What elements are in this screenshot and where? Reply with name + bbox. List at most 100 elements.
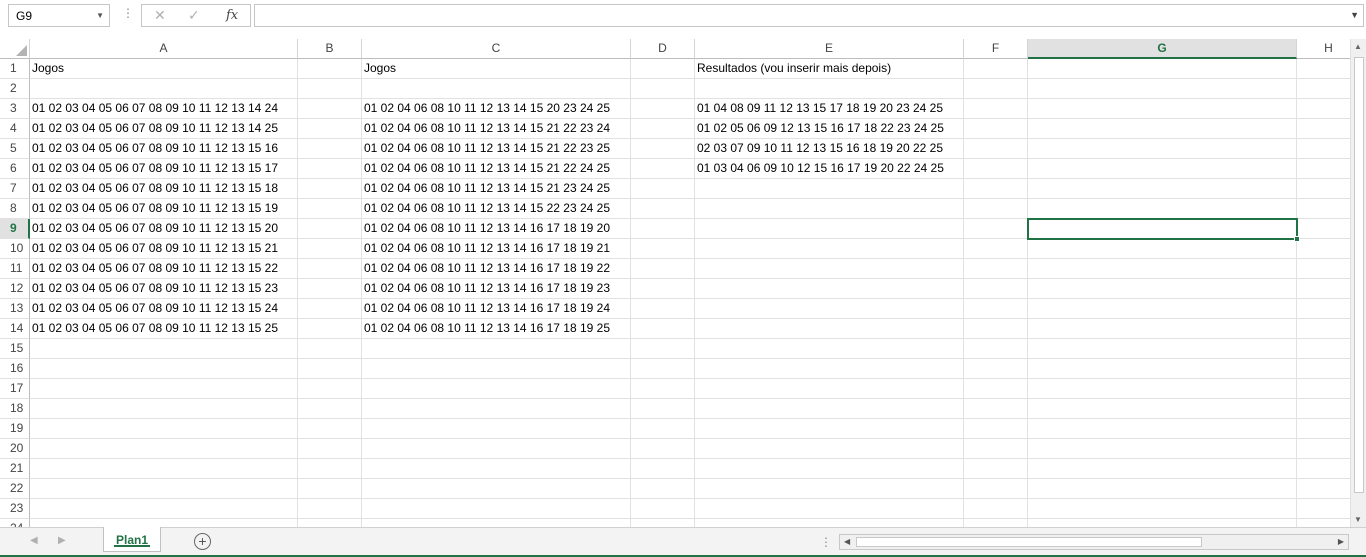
- cell-e3[interactable]: 01 04 08 09 11 12 13 15 17 18 19 20 23 2…: [695, 99, 964, 119]
- cell-h4[interactable]: [1297, 119, 1350, 139]
- formula-input[interactable]: ▼: [254, 4, 1364, 27]
- column-header-a[interactable]: A: [30, 39, 298, 59]
- row-header-6[interactable]: 6: [0, 159, 30, 179]
- row-header-10[interactable]: 10: [0, 239, 30, 259]
- cell-h1[interactable]: [1297, 59, 1350, 79]
- horizontal-scroll-thumb[interactable]: [856, 537, 1202, 547]
- column-header-e[interactable]: E: [695, 39, 964, 59]
- cell-f12[interactable]: [964, 279, 1028, 299]
- cell-b13[interactable]: [298, 299, 362, 319]
- cell-e5[interactable]: 02 03 07 09 10 11 12 13 15 16 18 19 20 2…: [695, 139, 964, 159]
- cell-c5[interactable]: 01 02 04 06 08 10 11 12 13 14 15 21 22 2…: [362, 139, 631, 159]
- cell-b3[interactable]: [298, 99, 362, 119]
- cell-a22[interactable]: [30, 479, 298, 499]
- cell-a17[interactable]: [30, 379, 298, 399]
- cell-f7[interactable]: [964, 179, 1028, 199]
- column-header-f[interactable]: F: [964, 39, 1028, 59]
- cell-f5[interactable]: [964, 139, 1028, 159]
- cell-a9[interactable]: 01 02 03 04 05 06 07 08 09 10 11 12 13 1…: [30, 219, 298, 239]
- cell-g1[interactable]: [1028, 59, 1297, 79]
- scroll-left-icon[interactable]: ◀: [844, 537, 850, 546]
- cell-a14[interactable]: 01 02 03 04 05 06 07 08 09 10 11 12 13 1…: [30, 319, 298, 339]
- cell-d11[interactable]: [631, 259, 695, 279]
- cell-d3[interactable]: [631, 99, 695, 119]
- row-header-24[interactable]: 24: [0, 519, 30, 527]
- cell-g2[interactable]: [1028, 79, 1297, 99]
- cell-d21[interactable]: [631, 459, 695, 479]
- cell-g11[interactable]: [1028, 259, 1297, 279]
- cell-b12[interactable]: [298, 279, 362, 299]
- cancel-icon[interactable]: ✕: [154, 7, 166, 24]
- row-header-8[interactable]: 8: [0, 199, 30, 219]
- cell-f1[interactable]: [964, 59, 1028, 79]
- cell-c9[interactable]: 01 02 04 06 08 10 11 12 13 14 16 17 18 1…: [362, 219, 631, 239]
- row-header-18[interactable]: 18: [0, 399, 30, 419]
- cell-a15[interactable]: [30, 339, 298, 359]
- cell-e11[interactable]: [695, 259, 964, 279]
- vertical-scrollbar[interactable]: ▲ ▼: [1350, 39, 1366, 527]
- row-header-1[interactable]: 1: [0, 59, 30, 79]
- cell-g24[interactable]: [1028, 519, 1297, 527]
- cell-f11[interactable]: [964, 259, 1028, 279]
- cell-h23[interactable]: [1297, 499, 1350, 519]
- cell-b19[interactable]: [298, 419, 362, 439]
- cell-c23[interactable]: [362, 499, 631, 519]
- cell-d8[interactable]: [631, 199, 695, 219]
- cell-g22[interactable]: [1028, 479, 1297, 499]
- cell-a4[interactable]: 01 02 03 04 05 06 07 08 09 10 11 12 13 1…: [30, 119, 298, 139]
- cell-h8[interactable]: [1297, 199, 1350, 219]
- cell-g12[interactable]: [1028, 279, 1297, 299]
- cell-d7[interactable]: [631, 179, 695, 199]
- cell-g21[interactable]: [1028, 459, 1297, 479]
- cell-f10[interactable]: [964, 239, 1028, 259]
- cell-e8[interactable]: [695, 199, 964, 219]
- cell-g20[interactable]: [1028, 439, 1297, 459]
- cell-d24[interactable]: [631, 519, 695, 527]
- cell-h16[interactable]: [1297, 359, 1350, 379]
- cell-g3[interactable]: [1028, 99, 1297, 119]
- cell-g7[interactable]: [1028, 179, 1297, 199]
- cell-b14[interactable]: [298, 319, 362, 339]
- cell-a10[interactable]: 01 02 03 04 05 06 07 08 09 10 11 12 13 1…: [30, 239, 298, 259]
- cell-a21[interactable]: [30, 459, 298, 479]
- cell-e19[interactable]: [695, 419, 964, 439]
- cell-c7[interactable]: 01 02 04 06 08 10 11 12 13 14 15 21 23 2…: [362, 179, 631, 199]
- cell-a16[interactable]: [30, 359, 298, 379]
- cell-c17[interactable]: [362, 379, 631, 399]
- cell-f14[interactable]: [964, 319, 1028, 339]
- cell-h18[interactable]: [1297, 399, 1350, 419]
- cell-c21[interactable]: [362, 459, 631, 479]
- expand-formula-bar-icon[interactable]: ▼: [1350, 10, 1359, 20]
- cell-d15[interactable]: [631, 339, 695, 359]
- cell-b7[interactable]: [298, 179, 362, 199]
- horizontal-scrollbar[interactable]: ◀ ▶: [839, 534, 1349, 550]
- cell-f13[interactable]: [964, 299, 1028, 319]
- cell-c19[interactable]: [362, 419, 631, 439]
- cell-h5[interactable]: [1297, 139, 1350, 159]
- column-header-h[interactable]: H: [1297, 39, 1350, 59]
- cell-a2[interactable]: [30, 79, 298, 99]
- cell-d2[interactable]: [631, 79, 695, 99]
- cell-b5[interactable]: [298, 139, 362, 159]
- row-header-2[interactable]: 2: [0, 79, 30, 99]
- cell-e24[interactable]: [695, 519, 964, 527]
- row-header-23[interactable]: 23: [0, 499, 30, 519]
- insert-function-icon[interactable]: fx: [226, 8, 238, 23]
- cell-e18[interactable]: [695, 399, 964, 419]
- cell-f20[interactable]: [964, 439, 1028, 459]
- cell-b11[interactable]: [298, 259, 362, 279]
- cell-d10[interactable]: [631, 239, 695, 259]
- row-header-15[interactable]: 15: [0, 339, 30, 359]
- vertical-scroll-thumb[interactable]: [1354, 57, 1364, 493]
- cell-b6[interactable]: [298, 159, 362, 179]
- cell-c13[interactable]: 01 02 04 06 08 10 11 12 13 14 16 17 18 1…: [362, 299, 631, 319]
- cell-f19[interactable]: [964, 419, 1028, 439]
- cell-a13[interactable]: 01 02 03 04 05 06 07 08 09 10 11 12 13 1…: [30, 299, 298, 319]
- cell-a18[interactable]: [30, 399, 298, 419]
- row-header-16[interactable]: 16: [0, 359, 30, 379]
- cell-c14[interactable]: 01 02 04 06 08 10 11 12 13 14 16 17 18 1…: [362, 319, 631, 339]
- cell-b16[interactable]: [298, 359, 362, 379]
- cell-g5[interactable]: [1028, 139, 1297, 159]
- cell-a24[interactable]: [30, 519, 298, 527]
- row-header-9[interactable]: 9: [0, 219, 30, 239]
